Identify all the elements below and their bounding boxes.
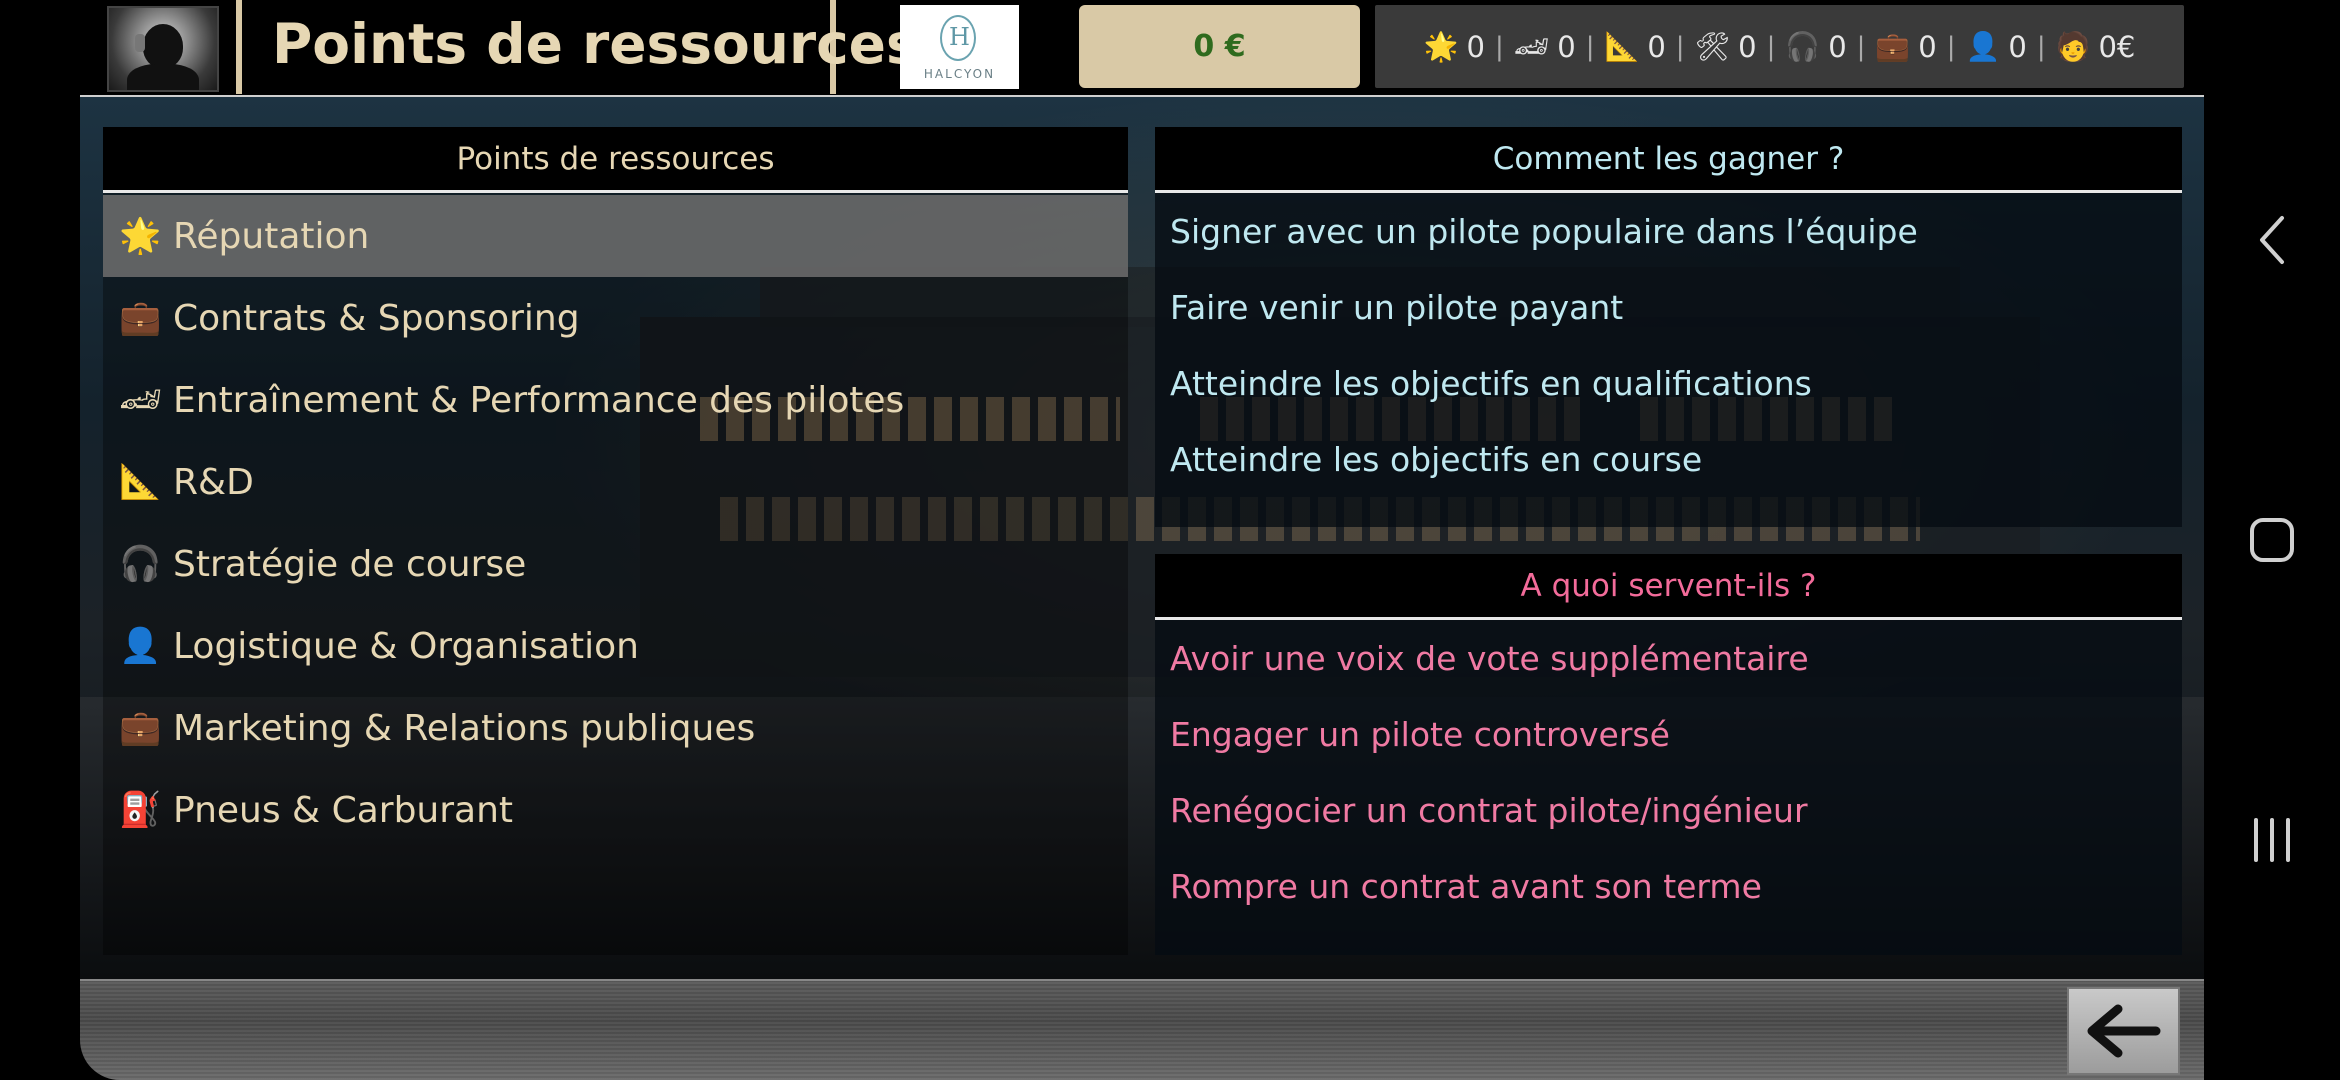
team-logo-name: HALCYON bbox=[923, 67, 996, 81]
resource-counter: 👤 0 bbox=[1956, 30, 2037, 64]
category-label: Marketing & Relations publiques bbox=[173, 707, 756, 749]
categories-header: Points de ressources bbox=[103, 127, 1128, 193]
category-label: Stratégie de course bbox=[173, 543, 527, 585]
resource-categories-panel: Points de ressources 🌟 Réputation 💼 Contrat… bbox=[103, 127, 1128, 955]
avatar-phone-shape bbox=[135, 34, 145, 52]
manager-avatar[interactable] bbox=[107, 6, 219, 92]
race-car-icon: 🏎 bbox=[119, 380, 163, 420]
earn-method-item: Atteindre les objectifs en course bbox=[1170, 439, 1703, 479]
resource-separator: | bbox=[2036, 31, 2046, 62]
driver-face-icon: 🧑 bbox=[2055, 30, 2091, 63]
category-label: Contrats & Sponsoring bbox=[173, 297, 580, 339]
resource-separator: | bbox=[1494, 31, 1504, 62]
set-square-icon: 📐 bbox=[119, 462, 162, 502]
main-area: Points de ressources 🌟 Réputation 💼 Contrat… bbox=[80, 95, 2204, 979]
star-icon: 🌟 bbox=[119, 216, 162, 256]
resource-separator: | bbox=[1585, 31, 1595, 62]
resource-separator: | bbox=[1856, 31, 1866, 62]
headphones-icon: 🎧 bbox=[119, 544, 162, 584]
category-label: Pneus & Carburant bbox=[173, 789, 514, 831]
resource-counter: 🌟 0 bbox=[1414, 30, 1495, 64]
resource-value: 0€ bbox=[2098, 29, 2136, 64]
category-label: Entraînement & Performance des pilotes bbox=[173, 379, 905, 421]
top-bar: Points de ressources H HALCYON 0 € 🌟 0 | 🏎 0… bbox=[80, 0, 2204, 94]
resource-counter: 🏎 0 bbox=[1504, 30, 1586, 64]
page-title: Points de ressources bbox=[272, 12, 919, 76]
use-list[interactable]: Avoir une voix de vote supplémentaire Eng… bbox=[1155, 620, 2182, 955]
resource-counter: 🧑 0€ bbox=[2046, 30, 2146, 64]
title-box: Points de ressources bbox=[236, 0, 919, 94]
use-header: A quoi servent-ils ? bbox=[1155, 554, 2182, 620]
category-label: Réputation bbox=[173, 215, 370, 257]
category-item[interactable]: 🎧 Stratégie de course bbox=[103, 523, 1128, 605]
fuel-pump-icon: ⛽ bbox=[119, 790, 162, 830]
category-item[interactable]: 🏎 Entraînement & Performance des pilotes bbox=[103, 359, 1128, 441]
system-home-button[interactable] bbox=[2204, 480, 2340, 600]
chevron-left-icon bbox=[2260, 216, 2284, 264]
briefcase-icon: 💼 bbox=[1875, 30, 1911, 63]
money-display[interactable]: 0 € bbox=[1079, 5, 1360, 88]
resource-value: 0 bbox=[1738, 29, 1757, 64]
tools-icon: 🛠 bbox=[1694, 30, 1731, 63]
resource-value: 0 bbox=[1918, 29, 1937, 64]
resource-separator: | bbox=[1675, 31, 1685, 62]
what-for-panel: A quoi servent-ils ? Avoir une voix de v… bbox=[1155, 554, 2182, 955]
system-back-button[interactable] bbox=[2204, 180, 2340, 300]
recents-icon bbox=[2254, 818, 2290, 862]
system-navigation-bar bbox=[2204, 0, 2340, 1080]
team-logo[interactable]: H HALCYON bbox=[900, 5, 1019, 89]
game-screen: Points de ressources H HALCYON 0 € 🌟 0 | 🏎 0… bbox=[0, 0, 2340, 1080]
usage-item: Renégocier un contrat pilote/ingénieur bbox=[1170, 790, 1808, 830]
star-icon: 🌟 bbox=[1423, 30, 1459, 63]
usage-item: Engager un pilote controversé bbox=[1170, 714, 1670, 754]
person-icon: 👤 bbox=[119, 626, 162, 666]
set-square-icon: 📐 bbox=[1604, 30, 1640, 63]
category-item[interactable]: ⛽ Pneus & Carburant bbox=[103, 769, 1128, 851]
resource-value: 0 bbox=[1647, 29, 1666, 64]
category-label: Logistique & Organisation bbox=[173, 625, 639, 667]
money-value: 0 € bbox=[1193, 29, 1246, 64]
avatar-body-shape bbox=[127, 64, 199, 90]
earn-method-item: Signer avec un pilote populaire dans l’é… bbox=[1170, 211, 1918, 251]
resource-value: 0 bbox=[1466, 29, 1485, 64]
resource-counter: 🎧 0 bbox=[1775, 30, 1856, 64]
category-item[interactable]: 💼 Marketing & Relations publiques bbox=[103, 687, 1128, 769]
resource-counter: 📐 0 bbox=[1594, 30, 1675, 64]
briefcase-icon: 💼 bbox=[119, 298, 162, 338]
resource-value: 0 bbox=[1828, 29, 1847, 64]
avatar-head-shape bbox=[143, 24, 183, 68]
usage-item: Avoir une voix de vote supplémentaire bbox=[1170, 638, 1809, 678]
square-home-icon bbox=[2250, 518, 2294, 562]
headphones-icon: 🎧 bbox=[1785, 30, 1821, 63]
category-item[interactable]: 👤 Logistique & Organisation bbox=[103, 605, 1128, 687]
earn-method-item: Atteindre les objectifs en qualification… bbox=[1170, 363, 1812, 403]
how-to-earn-panel: Comment les gagner ? Signer avec un pilo… bbox=[1155, 127, 2182, 527]
team-logo-mark: H bbox=[949, 23, 970, 51]
arrow-left-icon bbox=[2087, 1004, 2160, 1058]
resource-separator: | bbox=[1946, 31, 1956, 62]
resource-value: 0 bbox=[2008, 29, 2027, 64]
system-recents-button[interactable] bbox=[2204, 780, 2340, 900]
bottom-bar bbox=[80, 979, 2204, 1080]
resource-counter: 🛠 0 bbox=[1685, 30, 1767, 64]
resources-summary[interactable]: 🌟 0 | 🏎 0 | 📐 0 | 🛠 0 | 🎧 0 | 💼 0 | 👤 0 | 🧑 0€ bbox=[1375, 5, 2184, 88]
category-item[interactable]: 🌟 Réputation bbox=[103, 195, 1128, 277]
category-item[interactable]: 📐 R&D bbox=[103, 441, 1128, 523]
categories-list: 🌟 Réputation 💼 Contrats & Sponsoring 🏎 Entraî… bbox=[103, 195, 1128, 851]
back-button[interactable] bbox=[2067, 987, 2180, 1075]
usage-item: Rompre un contrat avant son terme bbox=[1170, 866, 1762, 906]
category-label: R&D bbox=[173, 461, 254, 503]
briefcase-icon: 💼 bbox=[119, 708, 162, 748]
resource-separator: | bbox=[1766, 31, 1776, 62]
resource-value: 0 bbox=[1557, 29, 1576, 64]
earn-list[interactable]: Signer avec un pilote populaire dans l’é… bbox=[1155, 193, 2182, 527]
race-car-icon: 🏎 bbox=[1513, 30, 1550, 63]
person-icon: 👤 bbox=[1965, 30, 2001, 63]
earn-header: Comment les gagner ? bbox=[1155, 127, 2182, 193]
resource-counter: 💼 0 bbox=[1865, 30, 1946, 64]
earn-method-item: Faire venir un pilote payant bbox=[1170, 287, 1624, 327]
category-item[interactable]: 💼 Contrats & Sponsoring bbox=[103, 277, 1128, 359]
